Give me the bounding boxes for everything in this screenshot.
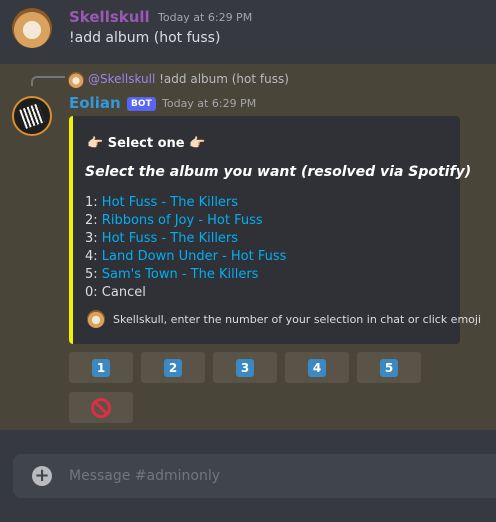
- message-content: !add album (hot fuss): [69, 30, 221, 46]
- embed-option: 5: Sam's Town - The Killers: [85, 266, 286, 284]
- keycap-3-icon: 3: [236, 358, 254, 377]
- footer-text: Skellskull, enter the number of your sel…: [113, 313, 482, 326]
- option-link[interactable]: Land Down Under - Hot Fuss: [102, 249, 287, 264]
- reply-content: !add album (hot fuss): [159, 72, 289, 86]
- message-composer: +: [13, 454, 496, 498]
- select-button-4[interactable]: 4: [285, 352, 349, 383]
- reply-connector: [31, 76, 65, 86]
- select-button-2[interactable]: 2: [141, 352, 205, 383]
- embed-title: Select the album you want (resolved via …: [85, 164, 472, 180]
- bot-badge: BOT: [127, 97, 156, 111]
- bot-avatar[interactable]: [12, 96, 52, 136]
- select-button-1[interactable]: 1: [69, 352, 133, 383]
- option-link[interactable]: Sam's Town - The Killers: [102, 267, 259, 282]
- option-link[interactable]: Hot Fuss - The Killers: [102, 195, 238, 210]
- reply-preview[interactable]: @Skellskull !add album (hot fuss): [88, 72, 289, 86]
- message-bot: @Skellskull !add album (hot fuss) Eolian…: [0, 64, 496, 430]
- embed-option: 3: Hot Fuss - The Killers: [85, 230, 286, 248]
- option-number: 3:: [85, 231, 98, 246]
- option-number: 1:: [85, 195, 98, 210]
- option-link[interactable]: Hot Fuss - The Killers: [102, 231, 238, 246]
- footer-avatar: [87, 310, 105, 328]
- bot-timestamp: Today at 6:29 PM: [162, 97, 257, 110]
- option-link[interactable]: Ribbons of Joy - Hot Fuss: [102, 213, 263, 228]
- embed-option-list: 1: Hot Fuss - The Killers 2: Ribbons of …: [85, 194, 286, 302]
- embed-option: 2: Ribbons of Joy - Hot Fuss: [85, 212, 286, 230]
- message-input[interactable]: [69, 465, 469, 487]
- bot-author[interactable]: Eolian: [69, 94, 121, 112]
- user-avatar[interactable]: [12, 8, 52, 48]
- message-timestamp: Today at 6:29 PM: [158, 11, 253, 24]
- option-number: 5:: [85, 267, 98, 282]
- select-button-3[interactable]: 3: [213, 352, 277, 383]
- cancel-button[interactable]: [69, 392, 133, 423]
- no-entry-icon: [91, 397, 111, 418]
- embed-option: 1: Hot Fuss - The Killers: [85, 194, 286, 212]
- reply-mention[interactable]: @Skellskull: [88, 72, 155, 86]
- embed: 👉🏻 Select one 👉🏻 Select the album you wa…: [69, 116, 481, 344]
- embed-author: 👉🏻 Select one 👉🏻: [87, 136, 206, 151]
- option-number: 0:: [85, 285, 98, 300]
- option-number: 4:: [85, 249, 98, 264]
- keycap-4-icon: 4: [308, 358, 326, 377]
- embed-option: 4: Land Down Under - Hot Fuss: [85, 248, 286, 266]
- option-cancel: Cancel: [101, 285, 146, 300]
- message-user: Skellskull Today at 6:29 PM !add album (…: [0, 0, 496, 64]
- reply-avatar[interactable]: [68, 72, 84, 88]
- keycap-1-icon: 1: [92, 358, 110, 377]
- keycap-5-icon: 5: [380, 358, 398, 377]
- select-button-5[interactable]: 5: [357, 352, 421, 383]
- keycap-2-icon: 2: [164, 358, 182, 377]
- embed-option: 0: Cancel: [85, 284, 286, 302]
- option-number: 2:: [85, 213, 98, 228]
- message-author[interactable]: Skellskull: [69, 8, 150, 26]
- add-attachment-icon[interactable]: +: [32, 466, 52, 486]
